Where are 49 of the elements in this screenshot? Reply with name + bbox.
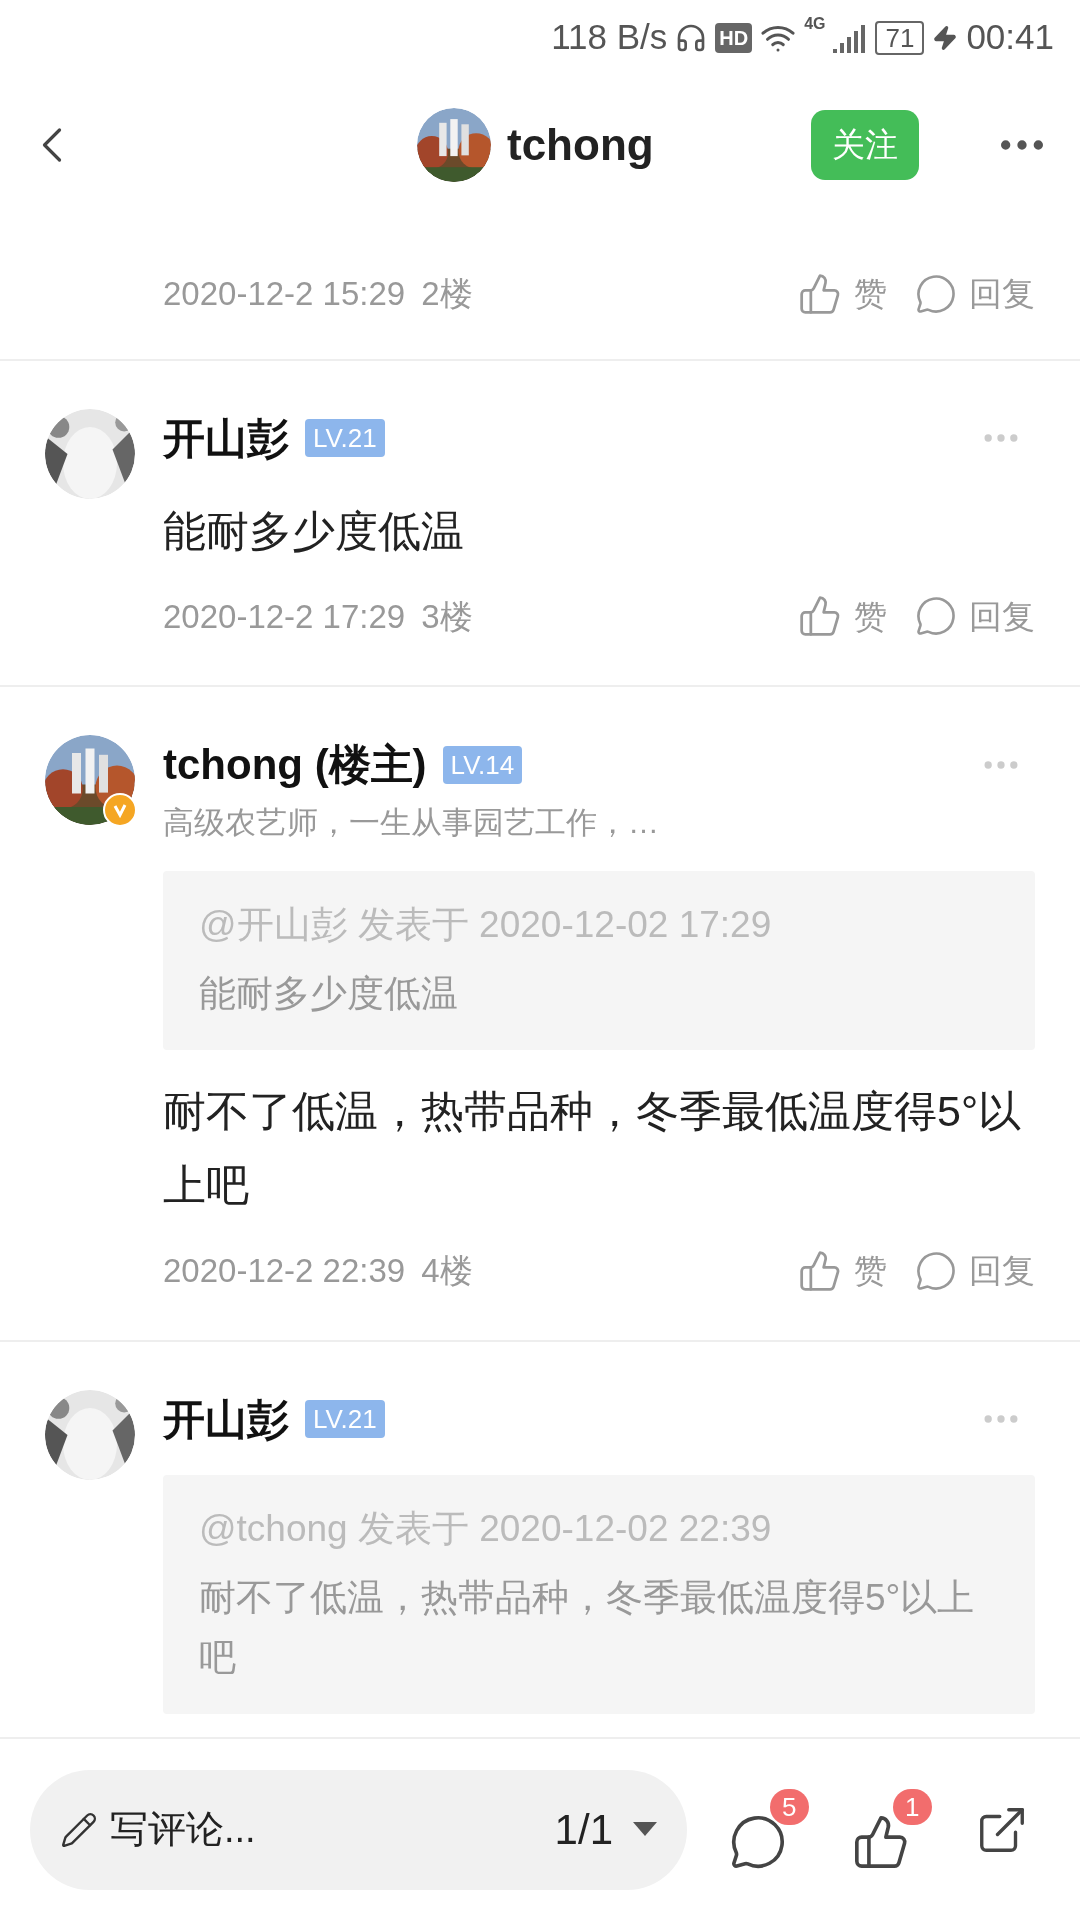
header-title: tchong (507, 119, 654, 171)
author-name: 开山彭 (163, 1394, 289, 1445)
like-button[interactable]: 1 (851, 1788, 932, 1871)
post-time: 2020-12-2 15:29 (163, 274, 406, 314)
level-badge: LV.21 (305, 419, 385, 457)
like-button[interactable]: 赞 (798, 1246, 887, 1296)
quote-text: 能耐多少度低温 (199, 972, 459, 1016)
thumbs-up-icon (798, 594, 842, 639)
level-badge: LV.21 (305, 1400, 385, 1438)
author-name: tchong (楼主) (163, 740, 427, 790)
floor-number: 2楼 (421, 274, 473, 314)
like-count-badge: 1 (893, 1788, 932, 1825)
network-type: 4G (804, 14, 826, 34)
comment-input[interactable]: 写评论... 1/1 (30, 1769, 687, 1890)
reply-button[interactable]: 回复 (915, 1246, 1035, 1296)
charging-icon (932, 24, 959, 51)
quote-header: @tchong 发表于 2020-12-02 22:39 (199, 1506, 773, 1551)
like-button[interactable]: 赞 (798, 591, 887, 641)
reply-button[interactable]: 回复 (915, 269, 1035, 319)
speech-bubble-icon (915, 595, 957, 638)
like-button[interactable]: 赞 (798, 269, 887, 319)
speech-bubble-icon (915, 272, 957, 315)
post-time: 2020-12-2 22:39 (163, 1251, 406, 1291)
quote-header: @开山彭 发表于 2020-12-02 17:29 (199, 902, 773, 947)
floor-number: 4楼 (421, 1251, 473, 1291)
clock: 00:41 (966, 16, 1054, 59)
comments-button[interactable]: 5 (728, 1788, 809, 1871)
comment-text: 耐不了低温，热带品种，冬季最低温度得5°以上吧 (163, 1086, 1023, 1211)
pencil-icon (60, 1810, 98, 1849)
comment-placeholder: 写评论... (110, 1807, 256, 1852)
comment-count-badge: 5 (770, 1788, 809, 1825)
network-speed: 118 B/s (551, 16, 668, 59)
author-name: 开山彭 (163, 413, 289, 464)
reply-button[interactable]: 回复 (915, 591, 1035, 641)
floor-number: 3楼 (421, 596, 473, 637)
hd-badge: HD (715, 22, 753, 53)
page-selector[interactable]: 1/1 (554, 1798, 657, 1861)
signal-icon (833, 22, 868, 53)
thumbs-up-icon (798, 1248, 842, 1293)
battery-indicator: 71 (875, 20, 925, 55)
dropdown-icon (633, 1821, 657, 1838)
comment-text: 能耐多少度低温 (163, 505, 465, 557)
author-bio: 高级农艺师，一生从事园艺工作，… (163, 804, 660, 842)
quote-text: 耐不了低温，热带品种，冬季最低温度得5°以上吧 (199, 1576, 976, 1680)
speech-bubble-icon (915, 1249, 957, 1292)
level-badge: LV.14 (442, 745, 523, 784)
follow-button[interactable]: 关注 (811, 110, 919, 180)
post-time: 2020-12-2 17:29 (163, 596, 406, 637)
thumbs-up-icon (798, 271, 842, 316)
